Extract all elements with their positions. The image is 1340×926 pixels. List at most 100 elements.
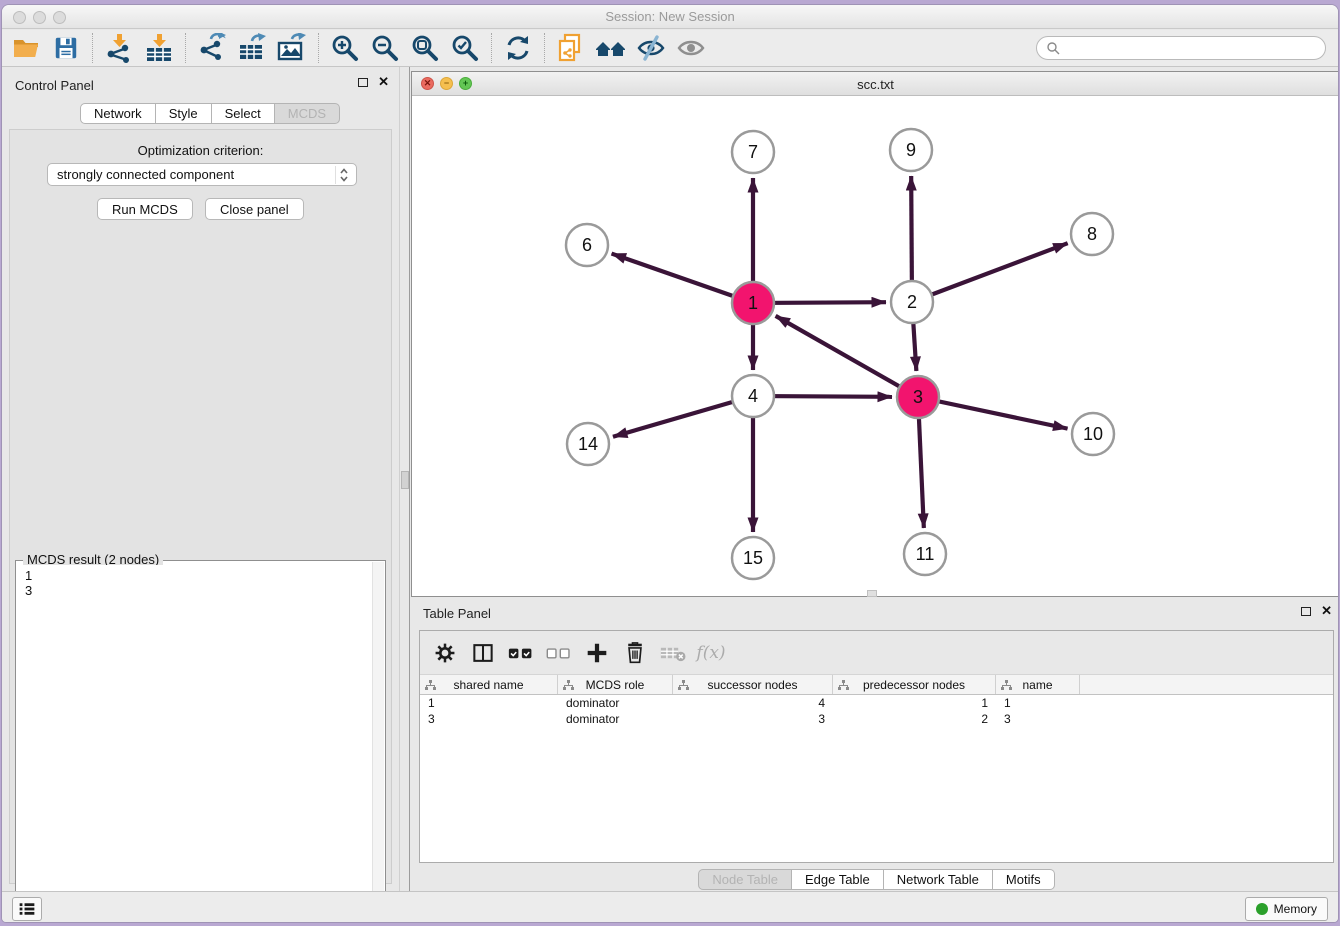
table-cell[interactable]: 1	[996, 695, 1080, 711]
table-settings-icon[interactable]	[428, 637, 462, 669]
tab-node-table[interactable]: Node Table	[698, 869, 792, 890]
equation-builder-icon[interactable]: f(x)	[694, 637, 728, 669]
edge-2-8[interactable]	[912, 243, 1068, 302]
node-8[interactable]: 8	[1071, 213, 1113, 255]
table-toolbar: f(x)	[420, 631, 1333, 674]
tab-mcds[interactable]: MCDS	[275, 103, 340, 124]
close-panel-button[interactable]: Close panel	[205, 198, 304, 220]
table-cell[interactable]: 2	[833, 711, 996, 727]
column-header-shared-name[interactable]: shared name	[420, 675, 558, 694]
table-cell[interactable]: 3	[673, 711, 833, 727]
zoom-out-icon[interactable]	[365, 32, 405, 64]
result-scrollbar[interactable]	[372, 562, 384, 923]
table-cell[interactable]: 1	[420, 695, 558, 711]
mcds-panel: Optimization criterion: strongly connect…	[9, 129, 392, 884]
column-label: successor nodes	[707, 678, 797, 692]
tab-network-table[interactable]: Network Table	[884, 869, 993, 890]
control-panel-tabs: NetworkStyleSelectMCDS	[80, 103, 340, 124]
zoom-selected-icon[interactable]	[445, 32, 485, 64]
zoom-in-icon[interactable]	[325, 32, 365, 64]
table-cell[interactable]: 3	[420, 711, 558, 727]
node-14[interactable]: 14	[567, 423, 609, 465]
tab-network[interactable]: Network	[80, 103, 156, 124]
toggle-panel-icon[interactable]	[466, 637, 500, 669]
table-cell[interactable]: dominator	[558, 695, 673, 711]
column-type-icon	[838, 680, 849, 691]
node-11[interactable]: 11	[904, 533, 946, 575]
network-window-titlebar[interactable]: ✕ − + scc.txt	[412, 72, 1339, 96]
refresh-view-icon[interactable]	[498, 32, 538, 64]
node-label: 7	[748, 142, 758, 162]
tab-select[interactable]: Select	[212, 103, 275, 124]
edge-3-1[interactable]	[776, 316, 918, 397]
divider-handle[interactable]	[867, 590, 877, 597]
table-tabs: Node TableEdge TableNetwork TableMotifs	[411, 869, 1339, 890]
mcds-result-group: MCDS result (2 nodes) 1 3	[15, 560, 386, 923]
toolbar-separator	[544, 33, 545, 63]
float-panel-icon[interactable]	[358, 78, 368, 87]
status-bar: Memory	[2, 891, 1338, 923]
optimization-criterion-select[interactable]: strongly connected component	[47, 163, 357, 186]
column-header-successor-nodes[interactable]: successor nodes	[673, 675, 833, 694]
node-label: 2	[907, 292, 917, 312]
node-1[interactable]: 1	[732, 282, 774, 324]
save-session-icon[interactable]	[46, 32, 86, 64]
unselect-all-columns-icon[interactable]	[542, 637, 576, 669]
table-row[interactable]: 1dominator411	[420, 695, 1333, 711]
edge-3-10[interactable]	[918, 397, 1068, 429]
node-4[interactable]: 4	[732, 375, 774, 417]
node-15[interactable]: 15	[732, 537, 774, 579]
node-2[interactable]: 2	[891, 281, 933, 323]
export-table-icon[interactable]	[232, 32, 272, 64]
column-header-name[interactable]: name	[996, 675, 1080, 694]
close-panel-icon[interactable]: ✕	[378, 77, 389, 87]
node-label: 1	[748, 293, 758, 313]
select-all-columns-icon[interactable]	[504, 637, 538, 669]
column-label: MCDS role	[586, 678, 645, 692]
delete-columns-icon[interactable]	[618, 637, 652, 669]
add-column-icon[interactable]	[580, 637, 614, 669]
node-7[interactable]: 7	[732, 131, 774, 173]
hide-selected-icon[interactable]	[631, 32, 671, 64]
mcds-result-text[interactable]: 1 3	[17, 565, 372, 923]
node-label: 11	[916, 544, 935, 564]
run-mcds-button[interactable]: Run MCDS	[97, 198, 193, 220]
float-panel-icon[interactable]	[1301, 607, 1311, 616]
open-session-icon[interactable]	[6, 32, 46, 64]
tab-style[interactable]: Style	[156, 103, 212, 124]
delete-table-icon[interactable]	[656, 637, 690, 669]
zoom-fit-icon[interactable]	[405, 32, 445, 64]
task-history-button[interactable]	[12, 897, 42, 921]
table-cell[interactable]: 1	[833, 695, 996, 711]
node-6[interactable]: 6	[566, 224, 608, 266]
node-table[interactable]: shared name MCDS role successor nodes prede…	[420, 674, 1333, 862]
search-input[interactable]	[1036, 36, 1326, 60]
export-image-icon[interactable]	[272, 32, 312, 64]
table-cell[interactable]: 4	[673, 695, 833, 711]
table-row[interactable]: 3dominator323	[420, 711, 1333, 727]
column-type-icon	[563, 680, 574, 691]
memory-button[interactable]: Memory	[1245, 897, 1328, 921]
tab-motifs[interactable]: Motifs	[993, 869, 1055, 890]
control-panel-title: Control Panel	[15, 78, 94, 93]
table-cell[interactable]: dominator	[558, 711, 673, 727]
edge-1-6[interactable]	[612, 254, 753, 303]
node-10[interactable]: 10	[1072, 413, 1114, 455]
import-network-icon[interactable]	[99, 32, 139, 64]
table-cell[interactable]: 3	[996, 711, 1080, 727]
first-neighbors-icon[interactable]	[591, 32, 631, 64]
divider-handle[interactable]	[401, 471, 409, 489]
column-label: name	[1022, 678, 1052, 692]
column-header-predecessor-nodes[interactable]: predecessor nodes	[833, 675, 996, 694]
node-3[interactable]: 3	[897, 376, 939, 418]
node-9[interactable]: 9	[890, 129, 932, 171]
close-panel-icon[interactable]: ✕	[1321, 606, 1332, 616]
split-pane-divider[interactable]	[399, 67, 410, 891]
export-network-icon[interactable]	[192, 32, 232, 64]
show-all-icon[interactable]	[671, 32, 711, 64]
import-table-icon[interactable]	[139, 32, 179, 64]
tab-edge-table[interactable]: Edge Table	[792, 869, 884, 890]
new-network-from-selection-icon[interactable]	[551, 32, 591, 64]
column-header-MCDS-role[interactable]: MCDS role	[558, 675, 673, 694]
network-canvas[interactable]: 7 9 6 8 1 2 4 3 14 10 15 11	[412, 96, 1339, 596]
